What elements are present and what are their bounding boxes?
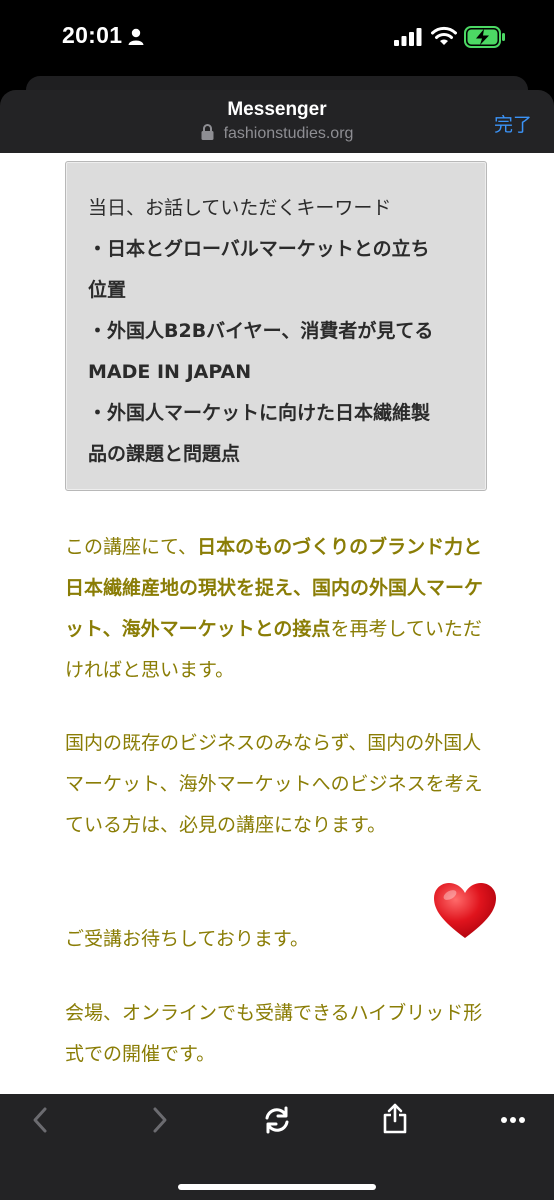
keyword-line: ・日本とグローバルマーケットとの立ち (88, 238, 430, 260)
keyword-line: ・外国人マーケットに向けた日本繊維製 (88, 402, 431, 424)
keyword-intro: 当日、お話していただくキーワード (88, 197, 392, 219)
url-text: fashionstudies.org (223, 125, 354, 142)
url-bar[interactable]: fashionstudies.org (0, 124, 554, 143)
header-title: Messenger (227, 99, 327, 120)
home-indicator[interactable] (178, 1184, 376, 1190)
keyword-line: MADE IN JAPAN (88, 361, 252, 383)
keyword-line: 位置 (88, 279, 127, 301)
signal-icon (394, 28, 422, 46)
paragraph-welcome: ご受講お待ちしております。 (65, 928, 309, 950)
paragraph-hybrid-format: 会場、オンラインでも受講できるハイブリッド形式での開催です。 (65, 1002, 483, 1065)
wifi-icon (431, 26, 457, 45)
share-icon[interactable] (382, 1102, 408, 1134)
keyword-line: 品の課題と問題点 (88, 443, 241, 465)
lock-icon (201, 124, 214, 140)
reload-icon[interactable] (262, 1106, 292, 1134)
done-button[interactable]: 完了 (494, 110, 532, 137)
paragraph-course-purpose: この講座にて、日本のものづくりのブランド力と日本繊維産地の現状を捉え、国内の外国… (65, 527, 493, 691)
paragraph-lead: この講座にて、 (65, 536, 198, 558)
page-content: 当日、お話していただくキーワード ・日本とグローバルマーケットとの立ち 位置 ・… (0, 153, 554, 1094)
browser-header: Messenger fashionstudies.org 完了 (0, 90, 554, 153)
person-icon (128, 28, 144, 45)
heart-icon (434, 883, 496, 938)
keyword-line: ・外国人B2Bバイヤー、消費者が見てる (88, 320, 434, 342)
back-arrow-icon[interactable] (30, 1106, 50, 1134)
forward-arrow-icon[interactable] (150, 1106, 170, 1134)
status-bar: 20:01 (0, 0, 554, 76)
more-icon[interactable] (500, 1116, 526, 1124)
keyword-box: 当日、お話していただくキーワード ・日本とグローバルマーケットとの立ち 位置 ・… (65, 161, 487, 491)
battery-charging-icon (464, 26, 505, 48)
paragraph-target-audience: 国内の既存のビジネスのみならず、国内の外国人マーケット、海外マーケットへのビジネ… (65, 732, 483, 836)
status-time: 20:01 (62, 22, 123, 48)
